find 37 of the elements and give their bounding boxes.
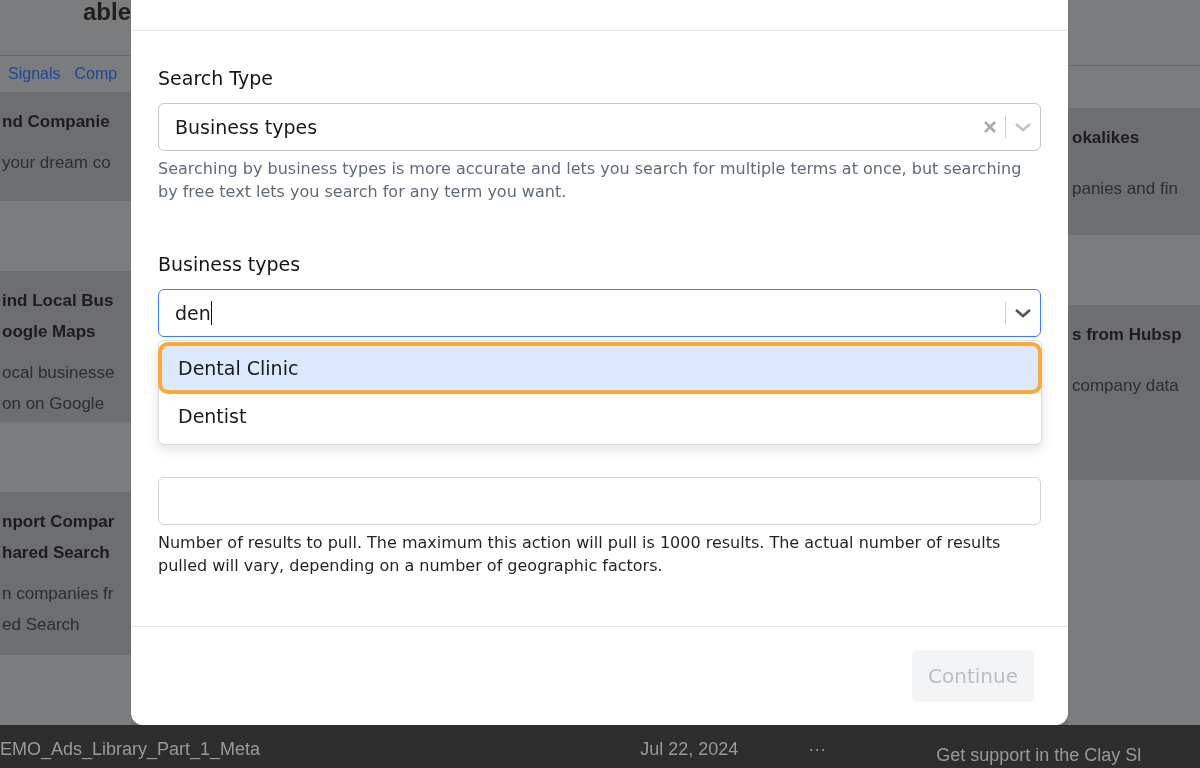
more-button[interactable]: ··· <box>808 739 827 760</box>
table-date: Jul 22, 2024 <box>640 739 739 760</box>
help-text: Searching by business types is more accurate and lets you search for multiple terms at once, but searching by free text lets you search for any term you want. <box>158 158 1023 203</box>
search-type-select[interactable]: Business types <box>158 103 1041 151</box>
template-card[interactable]: nport Compar hared Search n companies fr ed Search <box>0 491 131 655</box>
card-description: ed Search <box>2 613 80 636</box>
card-title: ind Local Bus <box>2 290 114 313</box>
card-description: your dream co <box>2 151 111 174</box>
page-title: able <box>82 0 131 26</box>
card-title: nd Companie <box>2 110 110 133</box>
close-icon[interactable] <box>983 120 997 134</box>
template-card[interactable]: okalikes panies and fin <box>1068 108 1200 235</box>
card-description: on on Google <box>2 393 105 416</box>
field-label: Business types <box>158 253 302 275</box>
field-label: Search Type <box>158 67 274 89</box>
card-title: s from Hubsp <box>1072 324 1182 346</box>
card-description: ocal businesse <box>2 362 115 385</box>
template-card[interactable]: ind Local Bus oogle Maps ocal businesse on on Google <box>0 271 131 422</box>
card-description: company data <box>1072 375 1179 397</box>
dropdown-option[interactable]: Dental Clinic <box>160 344 1040 392</box>
card-title: hared Search <box>2 541 110 564</box>
results-count-field[interactable] <box>158 477 1041 525</box>
card-title: nport Compar <box>2 510 115 533</box>
nav-link[interactable]: Signals <box>8 64 61 83</box>
card-title: okalikes <box>1072 127 1140 149</box>
dropdown-option[interactable]: Dentist <box>160 392 1040 440</box>
business-type-search-field[interactable]: den <box>158 289 1041 337</box>
card-description: n companies fr <box>2 582 114 605</box>
help-text: Number of results to pull. The maximum this action will pull is 1000 results. The actual number of results pulled will vary, depending on a number of geographic factors. <box>158 532 1002 577</box>
template-card[interactable]: nd Companie your dream co <box>0 91 131 202</box>
nav-link[interactable]: Comp <box>74 64 118 83</box>
table-name: EMO_Ads_Library_Part_1_Meta <box>0 739 261 760</box>
template-card[interactable]: s from Hubsp company data <box>1068 305 1200 480</box>
card-description: panies and fin <box>1072 178 1178 200</box>
card-title: oogle Maps <box>2 321 96 344</box>
chevron-down-icon[interactable] <box>1014 307 1032 319</box>
support-text: Get support in the Clay Sl <box>936 745 1142 766</box>
